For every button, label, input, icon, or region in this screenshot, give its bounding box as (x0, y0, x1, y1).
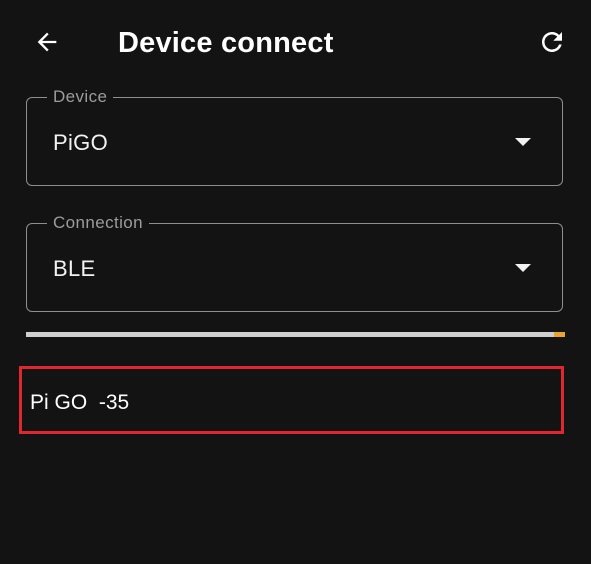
scan-progress-fill (554, 332, 565, 337)
connection-select[interactable]: Connection BLE (26, 211, 563, 312)
page-title: Device connect (118, 27, 334, 59)
app-bar: Device connect (0, 0, 591, 86)
refresh-button[interactable] (530, 20, 574, 64)
arrow-left-icon (37, 32, 57, 52)
refresh-icon (542, 32, 562, 52)
device-select-label: Device (47, 85, 114, 109)
caret-down-icon (515, 264, 531, 272)
device-list-item[interactable]: Pi GO -35 (19, 366, 564, 434)
scan-progress-bar (26, 332, 565, 337)
connection-select-value: BLE (53, 256, 96, 281)
back-button[interactable] (25, 20, 69, 64)
device-list-item-label: Pi GO -35 (30, 391, 130, 414)
device-select[interactable]: Device PiGO (26, 85, 563, 186)
connection-select-label: Connection (47, 211, 150, 235)
caret-down-icon (515, 138, 531, 146)
device-select-value: PiGO (53, 130, 108, 155)
